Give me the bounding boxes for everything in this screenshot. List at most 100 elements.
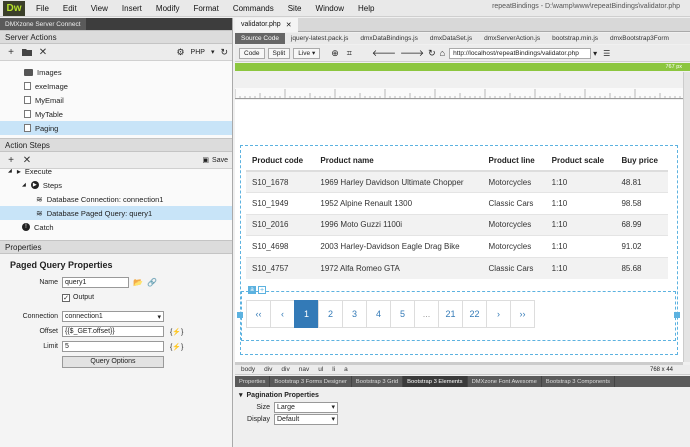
bottom-tab[interactable]: Bootstrap 3 Grid: [352, 376, 404, 387]
tree-item-exeimage[interactable]: exeImage: [0, 79, 232, 93]
menu-insert[interactable]: Insert: [115, 4, 149, 13]
menu-window[interactable]: Window: [309, 4, 351, 13]
related-file-0[interactable]: Source Code: [235, 33, 285, 44]
name-input[interactable]: query1: [62, 277, 129, 288]
tree-item-images[interactable]: Images: [0, 65, 232, 79]
language-selector[interactable]: ⚙ PHP ▾ ↻: [176, 47, 228, 58]
pagination-page[interactable]: 1: [294, 300, 319, 328]
close-icon[interactable]: ✕: [286, 21, 292, 29]
tag-li[interactable]: li: [332, 366, 335, 373]
display-select[interactable]: Default ▾: [274, 413, 338, 425]
tag-body[interactable]: body: [241, 366, 255, 373]
bottom-tab[interactable]: Properties: [235, 376, 271, 387]
size-select[interactable]: Large ▾: [274, 401, 338, 413]
chevron-down-icon[interactable]: ▾: [593, 49, 597, 58]
bottom-tab[interactable]: Bootstrap 3 Forms Designer: [270, 376, 352, 387]
step-item[interactable]: ! Catch: [0, 220, 232, 234]
dynamic-data-icon[interactable]: {⚡}: [170, 343, 183, 351]
gear-icon[interactable]: ⚙: [176, 47, 184, 58]
tag-div[interactable]: div: [264, 366, 272, 373]
menu-file[interactable]: File: [29, 4, 56, 13]
pagination-first[interactable]: ‹‹: [246, 300, 271, 328]
panel-tab-server-connect[interactable]: DMXzone Server Connect: [0, 18, 86, 30]
folder-icon[interactable]: [20, 45, 34, 59]
inspect-icon[interactable]: ⌗: [347, 48, 352, 59]
tag-ul[interactable]: ul: [318, 366, 323, 373]
offset-input[interactable]: {{$_GET.offset}}: [62, 326, 164, 337]
menu-modify[interactable]: Modify: [149, 4, 187, 13]
forward-icon[interactable]: 🡒: [400, 48, 424, 59]
related-file-3[interactable]: dmxDataSet.js: [424, 33, 478, 44]
related-file-2[interactable]: dmxDataBindings.js: [354, 33, 423, 44]
live-view-button[interactable]: Live ▾: [293, 47, 321, 59]
pagination-properties-panel: ▾ Pagination Properties Size Large ▾ Disp…: [235, 387, 690, 447]
menu-edit[interactable]: Edit: [56, 4, 84, 13]
tree-item-paging[interactable]: Paging: [0, 121, 232, 135]
refresh-icon[interactable]: ↻: [220, 47, 228, 58]
resize-handle-left[interactable]: [237, 312, 243, 318]
pagination-page[interactable]: 22: [462, 300, 487, 328]
pagination-page[interactable]: 2: [318, 300, 343, 328]
save-button[interactable]: ▣ Save: [202, 156, 228, 165]
limit-input[interactable]: 5: [62, 341, 164, 352]
step-item[interactable]: ≋ Database Paged Query: query1: [0, 206, 232, 220]
pagination-next[interactable]: ›: [486, 300, 511, 328]
folder-open-icon[interactable]: 📂: [133, 278, 143, 287]
bottom-tab[interactable]: DMXzone Font Awesome: [468, 376, 542, 387]
menu-commands[interactable]: Commands: [226, 4, 281, 13]
pagination-page[interactable]: 4: [366, 300, 391, 328]
tree-item-myemail[interactable]: MyEmail: [0, 93, 232, 107]
vertical-scrollbar[interactable]: [683, 72, 690, 362]
home-icon[interactable]: ⌂: [440, 48, 445, 58]
element-label-a[interactable]: a: [248, 286, 256, 294]
expand-arrow-icon[interactable]: ◢: [8, 169, 12, 174]
options-icon[interactable]: ☰: [603, 49, 610, 58]
tag-a[interactable]: a: [344, 366, 348, 373]
step-item[interactable]: ◢ ▸ Execute: [0, 169, 232, 178]
bottom-tab[interactable]: Bootstrap 3 Components: [542, 376, 616, 387]
step-item[interactable]: ≋ Database Connection: connection1: [0, 192, 232, 206]
tag-nav[interactable]: nav: [299, 366, 309, 373]
back-icon[interactable]: 🡐: [372, 48, 396, 59]
expand-arrow-icon[interactable]: ◢: [22, 182, 26, 188]
bottom-tab[interactable]: Bootstrap 3 Elements: [403, 376, 468, 387]
menu-site[interactable]: Site: [281, 4, 309, 13]
connection-select[interactable]: connection1 ▾: [62, 311, 164, 322]
delete-icon[interactable]: ✕: [36, 45, 50, 59]
pagination-last[interactable]: ››: [510, 300, 535, 328]
split-view-button[interactable]: Split: [267, 47, 291, 59]
refresh-icon[interactable]: ↻: [428, 48, 436, 59]
output-checkbox[interactable]: ✓: [62, 293, 70, 302]
menu-format[interactable]: Format: [186, 4, 225, 13]
pagination-page[interactable]: 21: [438, 300, 463, 328]
add-element-icon[interactable]: +: [258, 286, 266, 294]
query-options-button[interactable]: Query Options: [62, 355, 164, 368]
pagination-page[interactable]: 5: [390, 300, 415, 328]
collapse-icon[interactable]: ▾: [239, 391, 243, 399]
chevron-down-icon: ▾: [210, 49, 215, 56]
menu-view[interactable]: View: [84, 4, 115, 13]
link-icon[interactable]: 🔗: [147, 278, 157, 287]
related-file-6[interactable]: dmxBootstrap3Form: [604, 33, 675, 44]
dynamic-data-icon[interactable]: {⚡}: [170, 328, 183, 336]
tree-item-mytable[interactable]: MyTable: [0, 107, 232, 121]
pagination-prev[interactable]: ‹: [270, 300, 295, 328]
related-file-1[interactable]: jquery-latest.pack.js: [285, 33, 354, 44]
url-input[interactable]: http://localhost/repeatBindings/validato…: [449, 47, 592, 59]
warning-icon: !: [22, 223, 30, 231]
add-icon[interactable]: +: [4, 45, 18, 59]
add-step-icon[interactable]: +: [4, 153, 18, 167]
pagination-page[interactable]: 3: [342, 300, 367, 328]
tab-validator-php[interactable]: validator.php ✕: [235, 17, 298, 32]
delete-step-icon[interactable]: ✕: [20, 153, 34, 167]
resize-handle-right[interactable]: [674, 312, 680, 318]
media-query-bar[interactable]: 767 px: [235, 63, 690, 71]
related-file-4[interactable]: dmxServerAction.js: [478, 33, 546, 44]
code-view-button[interactable]: Code: [239, 47, 265, 59]
related-file-5[interactable]: bootstrap.min.js: [546, 33, 604, 44]
menu-help[interactable]: Help: [351, 4, 381, 13]
target-icon[interactable]: ⊕: [331, 48, 339, 59]
step-item[interactable]: ◢ ▶ Steps: [0, 178, 232, 192]
tag-div[interactable]: div: [281, 366, 289, 373]
server-actions-header: Server Actions: [0, 30, 232, 44]
